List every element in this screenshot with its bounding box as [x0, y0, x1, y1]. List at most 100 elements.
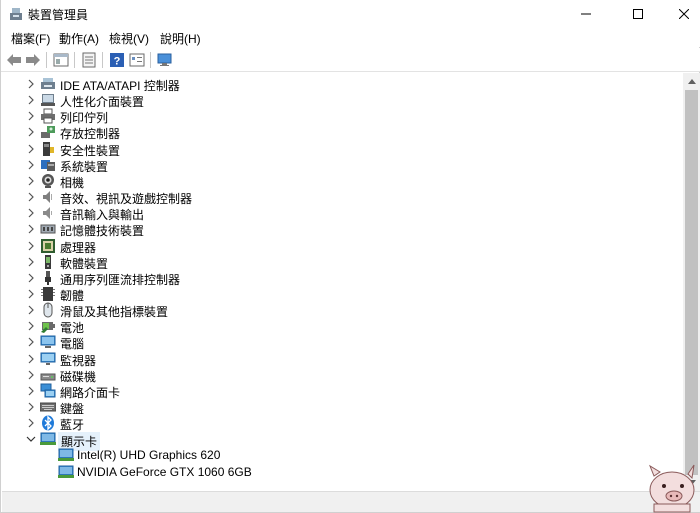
vertical-scrollbar[interactable]: [683, 73, 700, 491]
battery-icon: [41, 322, 55, 333]
chevron-right-icon[interactable]: [26, 272, 36, 284]
close-icon: [679, 9, 689, 19]
tree-category-row[interactable]: 滑鼠及其他指標裝置: [2, 302, 683, 319]
tree-category-row[interactable]: 監視器: [2, 351, 683, 368]
tree-category-row[interactable]: 網路介面卡: [2, 383, 683, 400]
chevron-right-icon[interactable]: [26, 417, 36, 429]
ide-controller-icon: [41, 78, 55, 89]
menu-bar: 檔案(F) 動作(A) 檢視(V) 說明(H): [1, 28, 700, 47]
chevron-right-icon[interactable]: [26, 223, 36, 235]
printer-icon: [41, 108, 55, 124]
chevron-right-icon[interactable]: [26, 401, 36, 413]
chevron-right-icon[interactable]: [26, 353, 36, 365]
chevron-right-icon[interactable]: [26, 143, 36, 155]
tree-category-row[interactable]: 記憶體技術裝置: [2, 221, 683, 238]
properties-icon: [53, 53, 69, 67]
menu-help[interactable]: 說明(H): [160, 30, 201, 47]
tree-category-row[interactable]: 軟體裝置: [2, 254, 683, 271]
tree-category-row[interactable]: 系統裝置: [2, 157, 683, 174]
chevron-right-icon[interactable]: [26, 369, 36, 381]
chevron-right-icon[interactable]: [26, 207, 36, 219]
chevron-down-icon[interactable]: [26, 433, 36, 445]
chevron-right-icon[interactable]: [26, 385, 36, 397]
chevron-right-icon[interactable]: [26, 240, 36, 252]
tree-category-row[interactable]: 存放控制器: [2, 124, 683, 141]
toolbar-separator: [150, 52, 151, 68]
toolbar: ?: [1, 48, 700, 72]
network-adapter-icon: [40, 383, 56, 398]
tree-category-row[interactable]: 處理器: [2, 238, 683, 255]
show-details-icon: [129, 53, 145, 67]
tree-category-row[interactable]: 顯示卡: [2, 431, 683, 451]
mouse-icon: [43, 302, 53, 318]
chevron-right-icon[interactable]: [26, 159, 36, 171]
show-details-button[interactable]: [128, 51, 146, 69]
memory-tech-icon: [40, 224, 56, 234]
hid-icon: [41, 94, 55, 106]
tree-category-row[interactable]: 電腦: [2, 334, 683, 351]
display-adapter-icon: [58, 465, 74, 478]
menu-view[interactable]: 檢視(V): [109, 30, 149, 47]
tree-category-row[interactable]: 鍵盤: [2, 399, 683, 416]
scroll-thumb[interactable]: [685, 90, 698, 475]
device-tree[interactable]: IDE ATA/ATAPI 控制器 人性化介面裝置 列印佇列 存放控制器 安全性裝置 系統…: [2, 73, 683, 491]
menu-action[interactable]: 動作(A): [59, 30, 99, 47]
maximize-button[interactable]: [615, 0, 661, 28]
title-bar: 裝置管理員: [1, 0, 700, 28]
close-button[interactable]: [661, 0, 700, 28]
software-device-icon: [45, 255, 51, 269]
tree-category-row[interactable]: 韌體: [2, 286, 683, 303]
tree-category-row[interactable]: 人性化介面裝置: [2, 92, 683, 109]
chevron-right-icon[interactable]: [26, 126, 36, 138]
pig-mascot-logo: [648, 464, 695, 513]
help-button[interactable]: ?: [108, 51, 126, 69]
scroll-up-arrow-icon: [687, 79, 696, 84]
minimize-button[interactable]: [563, 0, 609, 28]
tree-category-row[interactable]: 相機: [2, 173, 683, 190]
system-device-icon: [41, 160, 55, 171]
help-icon: ?: [110, 53, 124, 68]
scroll-up-button[interactable]: [683, 73, 700, 90]
chevron-right-icon[interactable]: [26, 256, 36, 268]
tree-category-row[interactable]: 磁碟機: [2, 367, 683, 384]
update-driver-icon: [82, 52, 96, 68]
back-button[interactable]: [5, 51, 23, 69]
minimize-icon: [581, 13, 591, 15]
chevron-right-icon[interactable]: [26, 320, 36, 332]
update-driver-button[interactable]: [80, 51, 98, 69]
tree-category-row[interactable]: 列印佇列: [2, 108, 683, 125]
audio-io-icon: [43, 207, 52, 219]
tree-category-row[interactable]: 音效、視訊及遊戲控制器: [2, 189, 683, 206]
tree-category-row[interactable]: 藍牙: [2, 415, 683, 432]
tree-category-row[interactable]: 通用序列匯流排控制器: [2, 270, 683, 287]
toolbar-separator: [102, 52, 103, 68]
tree-category-row[interactable]: IDE ATA/ATAPI 控制器: [2, 76, 683, 93]
tree-device-row[interactable]: NVIDIA GeForce GTX 1060 6GB: [2, 464, 683, 480]
storage-controller-icon: [41, 126, 55, 138]
processor-icon: [41, 239, 55, 253]
tree-category-row[interactable]: 電池: [2, 318, 683, 335]
tree-device-row[interactable]: Intel(R) UHD Graphics 620: [2, 447, 683, 463]
display-adapter-icon: [58, 448, 74, 461]
tree-category-label: 記憶體技術裝置: [60, 224, 145, 238]
chevron-right-icon[interactable]: [26, 304, 36, 316]
chevron-right-icon[interactable]: [26, 78, 36, 90]
sound-icon: [43, 191, 52, 203]
chevron-right-icon[interactable]: [26, 288, 36, 300]
properties-button[interactable]: [52, 51, 70, 69]
scan-hardware-button[interactable]: [156, 51, 174, 69]
tree-category-row[interactable]: 音訊輸入與輸出: [2, 205, 683, 222]
tree-category-label: 電腦: [60, 337, 85, 351]
chevron-right-icon[interactable]: [26, 175, 36, 187]
toolbar-separator: [74, 52, 75, 68]
chevron-right-icon[interactable]: [26, 110, 36, 122]
security-device-icon: [43, 142, 54, 156]
forward-button[interactable]: [24, 51, 42, 69]
monitor-icon: [40, 352, 56, 365]
tree-category-row[interactable]: 安全性裝置: [2, 141, 683, 158]
chevron-right-icon[interactable]: [26, 191, 36, 203]
chevron-right-icon[interactable]: [26, 94, 36, 106]
camera-icon: [42, 174, 54, 188]
chevron-right-icon[interactable]: [26, 336, 36, 348]
menu-file[interactable]: 檔案(F): [11, 30, 50, 47]
